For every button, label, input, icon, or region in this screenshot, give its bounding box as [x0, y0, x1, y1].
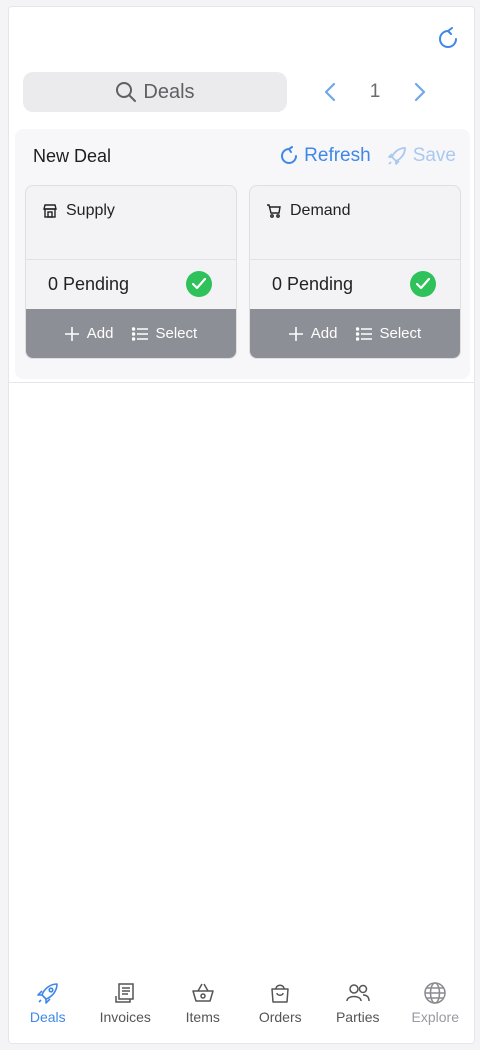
bag-icon — [271, 984, 289, 1003]
globe-icon — [424, 982, 446, 1004]
demand-divider — [250, 259, 460, 260]
demand-add-button[interactable]: Add — [288, 325, 338, 342]
tab-label: Parties — [335, 1009, 380, 1025]
supply-add-button[interactable]: Add — [64, 325, 114, 342]
plus-icon — [64, 326, 79, 341]
supply-title: Supply — [66, 202, 115, 219]
rocket-icon — [36, 983, 58, 1004]
deal-panel: New Deal Refresh Save Supply 0 Pending A… — [15, 129, 470, 379]
pager: 1 — [308, 71, 442, 113]
search-label: Deals — [143, 80, 195, 103]
prev-page-button[interactable] — [308, 71, 352, 113]
tab-label: Deals — [29, 1009, 66, 1025]
supply-select-label: Select — [155, 325, 198, 342]
basket-icon — [192, 983, 214, 1002]
demand-select-button[interactable]: Select — [355, 325, 422, 342]
plus-icon — [288, 326, 303, 341]
receipt-icon — [115, 983, 134, 1003]
cart-icon — [267, 204, 281, 218]
tab-label: Items — [185, 1009, 220, 1025]
check-icon — [410, 271, 436, 297]
save-label: Save — [412, 145, 456, 166]
people-icon — [346, 984, 370, 1002]
store-icon — [43, 204, 57, 218]
supply-card: Supply 0 Pending Add Select — [25, 185, 237, 359]
app-frame: Deals 1 New Deal Refresh Save Supply 0 P… — [8, 6, 475, 1044]
supply-add-label: Add — [86, 325, 114, 342]
tab-items[interactable]: Items — [165, 981, 241, 1025]
deal-title: New Deal — [33, 145, 112, 166]
refresh-icon — [281, 146, 298, 164]
search-bar[interactable]: Deals — [23, 72, 287, 112]
supply-actions: Add Select — [26, 309, 236, 358]
tab-orders[interactable]: Orders — [242, 981, 318, 1025]
demand-card-title: Demand — [266, 202, 350, 220]
chevron-left-icon — [324, 82, 336, 102]
top-refresh-button[interactable] — [434, 25, 462, 53]
page-number: 1 — [369, 81, 381, 102]
tab-parties[interactable]: Parties — [320, 981, 396, 1025]
demand-title: Demand — [290, 202, 351, 219]
rocket-icon — [387, 147, 406, 165]
list-icon — [355, 326, 372, 341]
deal-header: New Deal Refresh Save — [33, 141, 456, 171]
demand-card: Demand 0 Pending Add Select — [249, 185, 461, 359]
supply-select-button[interactable]: Select — [131, 325, 198, 342]
demand-add-label: Add — [310, 325, 338, 342]
list-icon — [131, 326, 148, 341]
refresh-label: Refresh — [304, 145, 371, 166]
refresh-button[interactable]: Refresh — [280, 145, 371, 167]
tab-invoices[interactable]: Invoices — [87, 981, 163, 1025]
save-button[interactable]: Save — [387, 145, 456, 167]
next-page-button[interactable] — [398, 71, 442, 113]
demand-pending: 0 Pending — [272, 274, 354, 294]
search-row: Deals 1 — [23, 71, 460, 113]
tab-label: Orders — [258, 1009, 302, 1025]
tab-deals[interactable]: Deals — [10, 981, 86, 1025]
search-icon — [116, 82, 137, 102]
tab-explore[interactable]: Explore — [397, 981, 473, 1025]
supply-card-title: Supply — [42, 202, 115, 220]
refresh-icon — [439, 27, 457, 48]
demand-select-label: Select — [379, 325, 422, 342]
chevron-right-icon — [414, 82, 426, 102]
section-divider — [9, 382, 474, 383]
tab-label: Invoices — [99, 1009, 151, 1025]
supply-pending: 0 Pending — [48, 274, 130, 294]
demand-actions: Add Select — [250, 309, 460, 358]
supply-divider — [26, 259, 236, 260]
check-icon — [186, 271, 212, 297]
bottom-tab-bar: Deals Invoices Items Orders Parties Expl… — [9, 973, 474, 1043]
tab-label: Explore — [411, 1009, 459, 1025]
